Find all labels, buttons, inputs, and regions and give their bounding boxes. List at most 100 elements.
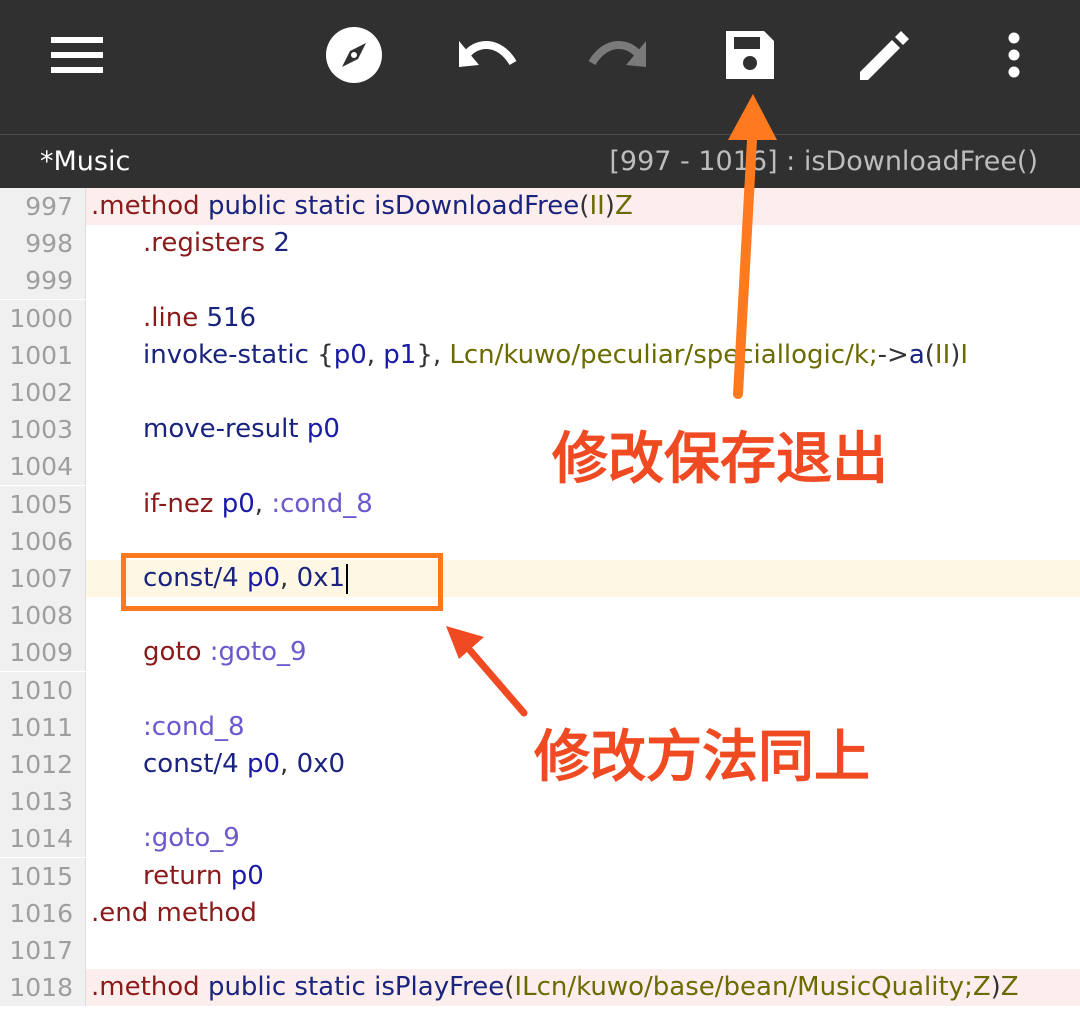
code-token: .end method [91, 897, 257, 928]
code-token: .line [143, 302, 207, 333]
code-line[interactable]: 1003 move-result p0 [0, 411, 1080, 449]
code-line[interactable]: 1000 .line 516 [0, 299, 1080, 337]
code-token: const/4 [143, 749, 247, 779]
more-vert-icon[interactable] [982, 23, 1046, 87]
code-line[interactable]: 1002 [0, 374, 1080, 411]
line-number-gutter: 999 [0, 262, 86, 300]
code-token: ( [579, 191, 590, 221]
code-token: :goto_9 [209, 637, 307, 668]
code-token: Z [1000, 972, 1019, 1003]
code-token: .method [91, 972, 208, 1003]
code-text: .line 516 [143, 302, 256, 335]
code-line[interactable]: 1009 goto :goto_9 [0, 634, 1080, 672]
code-token: ) [990, 972, 1001, 1003]
line-number: 1002 [9, 378, 73, 407]
code-line[interactable]: 1004 [0, 448, 1080, 486]
save-icon[interactable] [718, 23, 782, 87]
code-token: II [589, 191, 605, 221]
code-token: p0 [306, 414, 340, 445]
line-number: 1005 [9, 489, 73, 519]
code-line[interactable]: 998 .registers 2 [0, 225, 1080, 263]
code-token: p0 [333, 339, 367, 370]
code-line[interactable]: 1001 invoke-static {p0, p1}, Lcn/kuwo/pec… [0, 336, 1080, 374]
code-token: I [960, 339, 969, 370]
compass-icon[interactable] [322, 23, 386, 87]
code-line[interactable]: 1005 if-nez p0, :cond_8 [0, 485, 1080, 523]
code-line[interactable]: 1018 .method public static isPlayFree(ILc… [0, 969, 1080, 1007]
code-token: ILcn/kuwo/base/bean/MusicQuality;Z [514, 972, 991, 1003]
line-number: 1010 [9, 675, 73, 705]
line-number: 998 [25, 229, 73, 259]
code-line[interactable]: 1010 [0, 671, 1080, 709]
code-token: .registers [143, 228, 274, 259]
code-text: :cond_8 [143, 711, 245, 744]
code-line[interactable]: 1017 [0, 932, 1080, 969]
line-number-gutter: 1006 [0, 522, 86, 560]
line-number-gutter: 1001 [0, 336, 86, 374]
app-toolbar [0, 0, 1080, 134]
code-text: .method public static isPlayFree(ILcn/ku… [91, 971, 1019, 1004]
code-token: return [143, 860, 231, 891]
code-token: public static [207, 972, 375, 1003]
code-text: invoke-static {p0, p1}, Lcn/kuwo/peculia… [143, 339, 968, 372]
code-token: , [254, 488, 272, 519]
code-text: .end method [91, 897, 257, 930]
code-line[interactable]: 999 [0, 262, 1080, 300]
redo-icon[interactable] [586, 23, 650, 87]
file-name[interactable]: *Music [40, 145, 130, 179]
code-token: move-result [143, 414, 307, 445]
line-number: 1013 [9, 787, 73, 817]
line-number: 1004 [9, 452, 73, 482]
code-text: return p0 [143, 860, 264, 893]
code-token: :cond_8 [271, 488, 373, 519]
code-token: Z [614, 191, 633, 221]
code-token: isPlayFree [374, 972, 505, 1003]
code-line[interactable]: 1015 return p0 [0, 857, 1080, 895]
line-number-gutter: 998 [0, 225, 86, 263]
code-text: .registers 2 [143, 227, 290, 260]
code-token: a [908, 339, 925, 370]
code-token: 516 [206, 302, 257, 333]
code-token: if-nez [143, 488, 222, 519]
line-number: 1017 [9, 936, 73, 965]
code-line[interactable]: 1014:goto_9 [0, 820, 1080, 858]
code-token: invoke-static [143, 339, 318, 370]
code-line[interactable]: 1016 .end method [0, 894, 1080, 932]
line-number-gutter: 1010 [0, 671, 86, 709]
pencil-icon[interactable] [851, 23, 915, 87]
line-number-gutter: 1017 [0, 932, 86, 969]
code-token: p0 [230, 860, 264, 891]
code-token: 0x0 [296, 749, 346, 779]
line-number: 1018 [9, 973, 73, 1003]
line-number: 1007 [9, 564, 73, 593]
code-token: public static [207, 191, 375, 221]
line-number: 1009 [9, 638, 73, 668]
line-number: 1016 [9, 898, 73, 928]
line-number: 1011 [9, 712, 73, 742]
undo-icon[interactable] [455, 23, 519, 87]
code-token: -> [877, 339, 909, 370]
code-token: p1 [383, 339, 417, 370]
code-text: const/4 p0, 0x0 [143, 748, 345, 781]
line-number-gutter: 1002 [0, 374, 86, 411]
line-number-gutter: 1011 [0, 708, 86, 746]
line-number: 1003 [9, 415, 73, 445]
line-number: 1000 [9, 303, 73, 333]
annotation-save-note: 修改保存退出 [552, 427, 888, 492]
code-line[interactable]: 997 .method public static isDownloadFree(… [0, 188, 1080, 225]
code-token: { [317, 339, 334, 370]
code-token: , [280, 749, 297, 779]
code-token: p0 [247, 749, 281, 779]
line-number: 1001 [9, 340, 73, 370]
code-token: .method [91, 191, 208, 221]
line-number: 1015 [9, 861, 73, 891]
line-number-gutter: 1000 [0, 299, 86, 337]
code-token: ( [504, 972, 515, 1003]
code-token: }, [416, 339, 450, 370]
code-text: if-nez p0, :cond_8 [143, 488, 373, 521]
line-number-gutter: 1014 [0, 820, 86, 858]
hamburger-menu-icon[interactable] [45, 23, 109, 87]
line-number-gutter: 1018 [0, 969, 86, 1007]
line-number: 1012 [9, 750, 73, 779]
line-number-gutter: 1005 [0, 485, 86, 523]
